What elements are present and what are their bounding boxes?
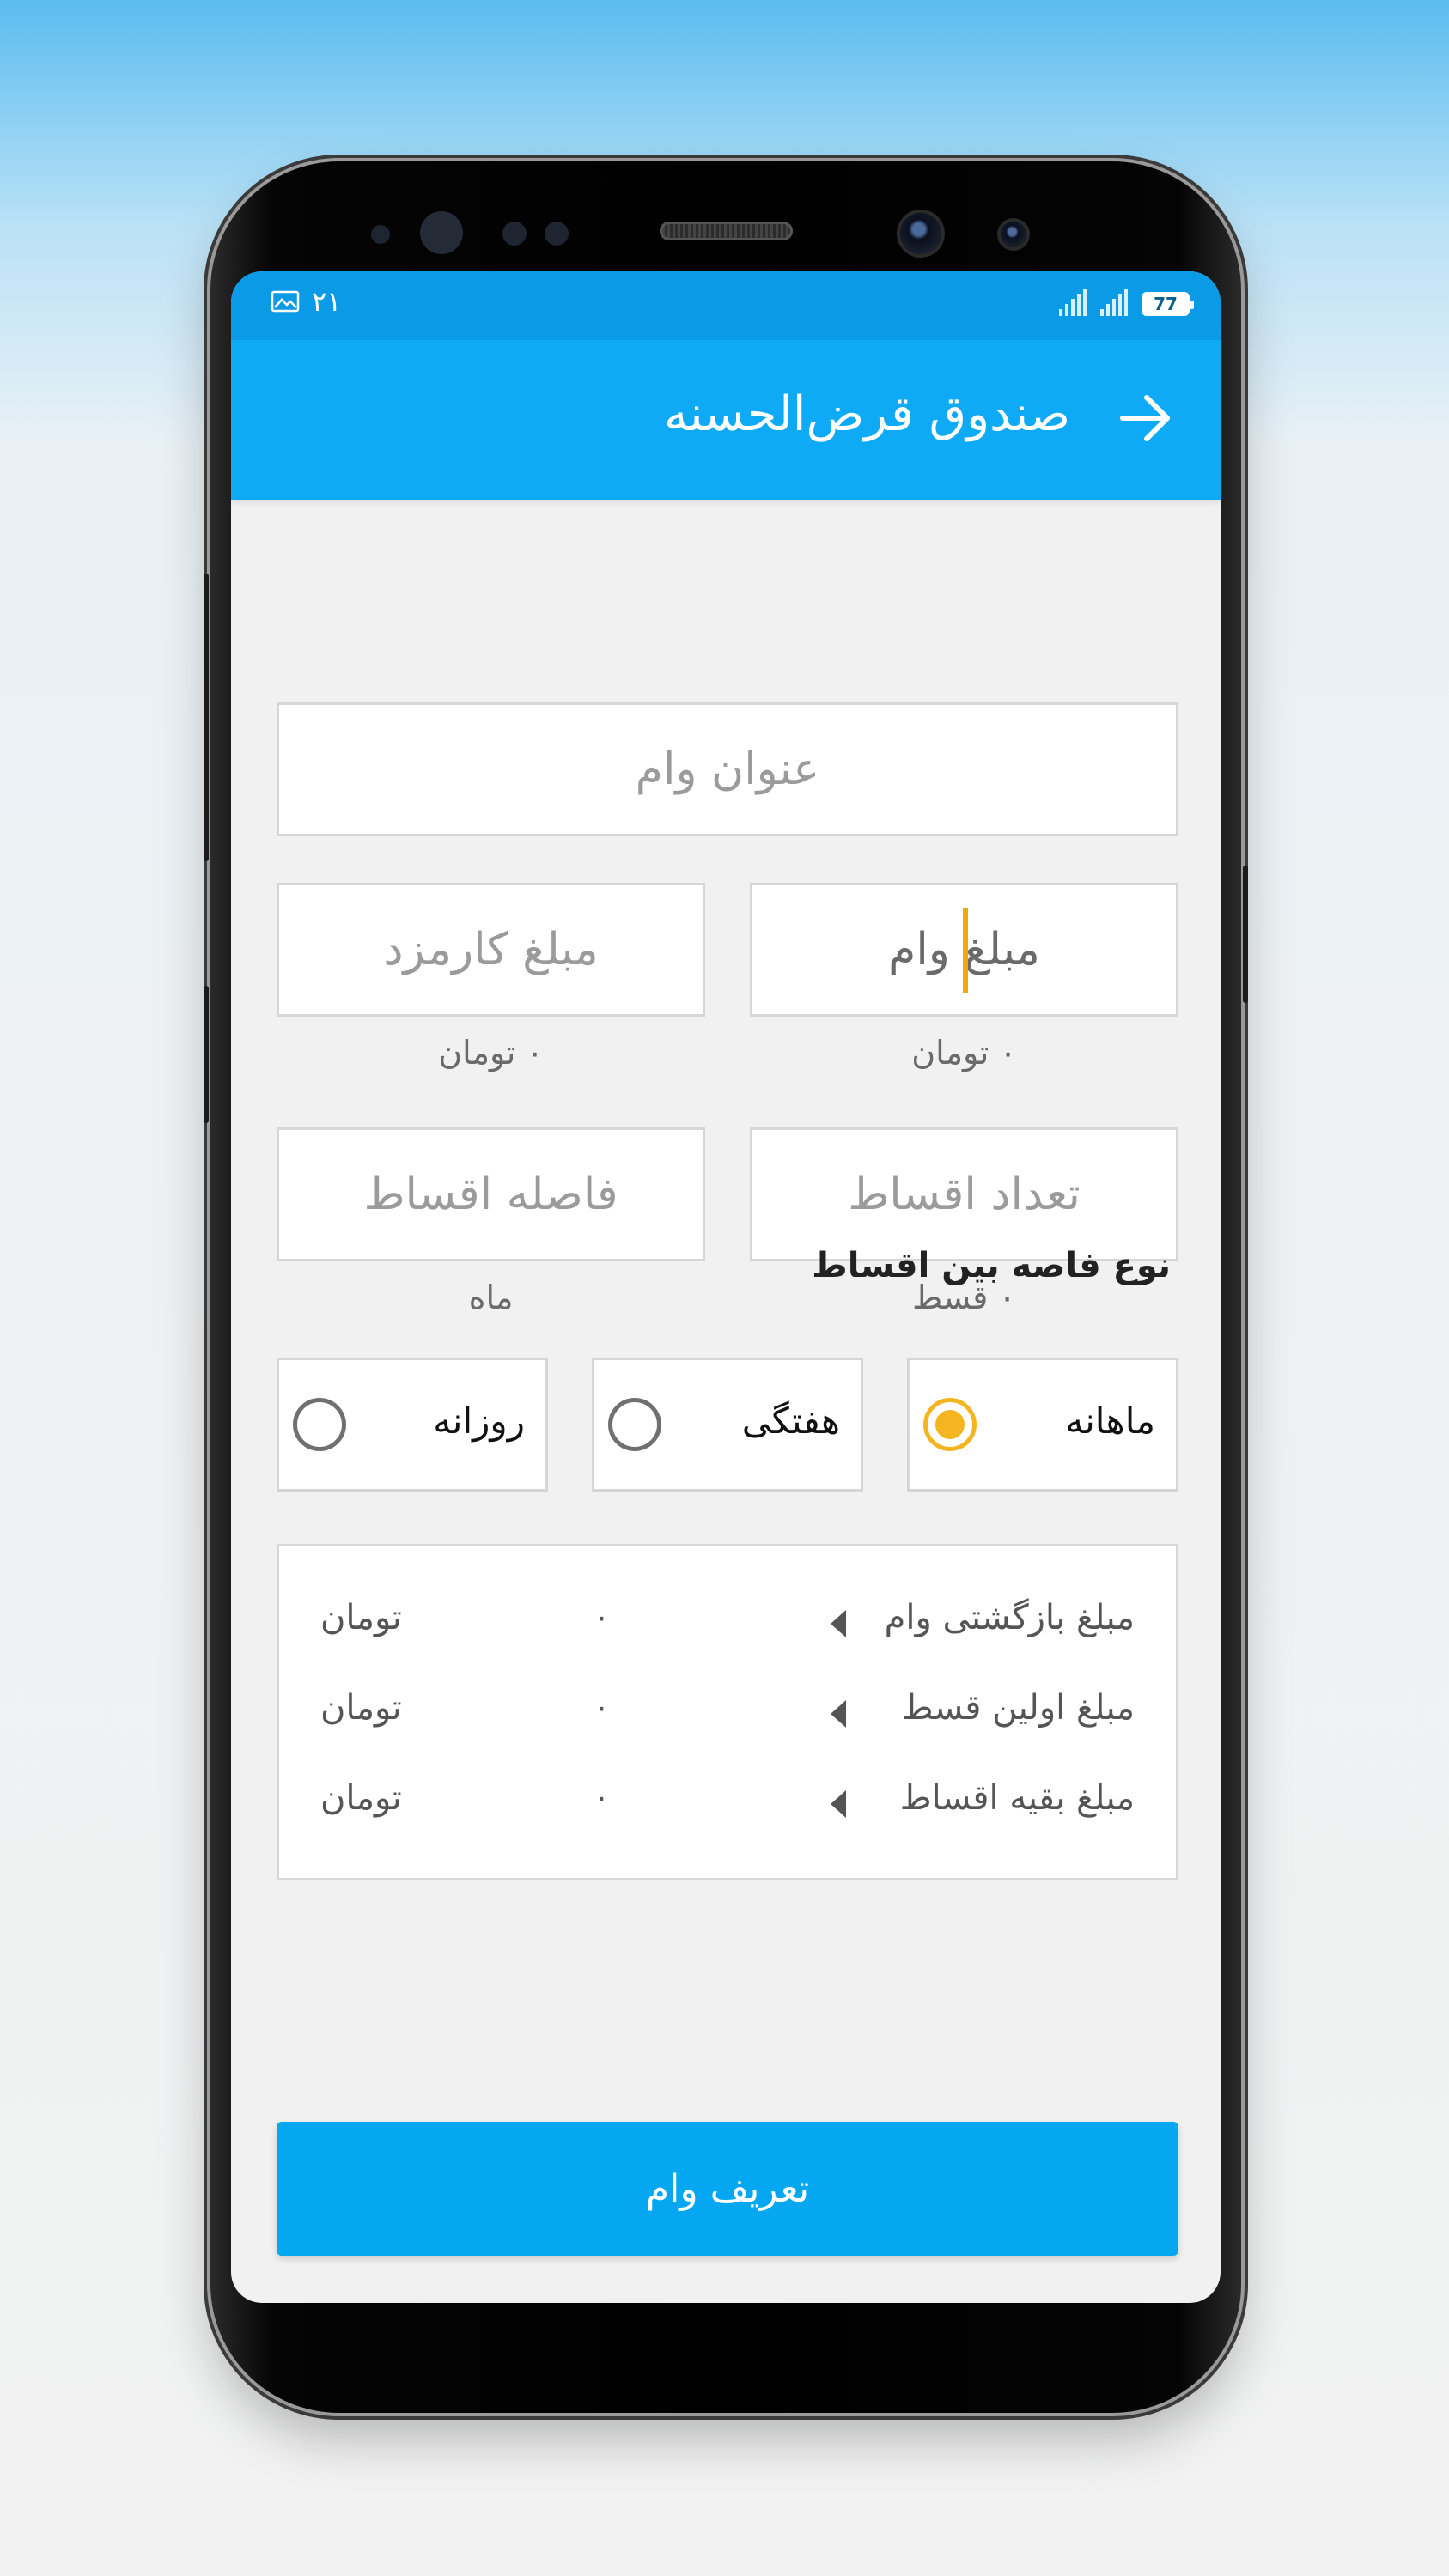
signal-icon — [1100, 289, 1128, 316]
installment-interval-unit: ماه — [468, 1279, 514, 1316]
summary-unit: تومان — [320, 1778, 402, 1818]
summary-row: مبلغ بقیه اقساط ۰ تومان — [279, 1778, 1176, 1830]
fee-amount-placeholder: مبلغ کارمزد — [383, 924, 599, 975]
installments-count-input[interactable]: تعداد اقساط — [750, 1127, 1178, 1261]
signal-icon — [1059, 289, 1087, 316]
app-bar: صندوق قرض‌الحسنه — [231, 340, 1221, 500]
summary-unit: تومان — [320, 1598, 402, 1637]
page-title: صندوق قرض‌الحسنه — [663, 386, 1070, 442]
define-loan-label: تعریف وام — [645, 2166, 810, 2211]
loan-amount-unit: ۰ تومان — [911, 1034, 1017, 1072]
caret-left-icon — [831, 1610, 846, 1637]
front-camera-small — [1001, 222, 1026, 247]
installment-interval-placeholder: فاصله اقساط — [363, 1169, 618, 1220]
summary-row: مبلغ بازگشتی وام ۰ تومان — [279, 1598, 1176, 1649]
status-bar: ۲۱ 77 — [231, 271, 1221, 340]
radio-option-monthly[interactable]: ماهانه — [907, 1358, 1178, 1492]
define-loan-button[interactable]: تعریف وام — [277, 2122, 1178, 2256]
image-notification-icon — [271, 290, 300, 313]
installment-interval-input[interactable]: فاصله اقساط — [277, 1127, 705, 1261]
phone-side-button — [204, 574, 209, 861]
radio-label-monthly: ماهانه — [1065, 1400, 1155, 1442]
installments-count-placeholder: تعداد اقساط — [848, 1169, 1081, 1220]
fee-amount-unit: ۰ تومان — [438, 1034, 544, 1072]
summary-value: ۰ — [593, 1598, 611, 1636]
caret-left-icon — [831, 1700, 846, 1728]
summary-value: ۰ — [593, 1688, 611, 1726]
loan-amount-input[interactable]: مبلغ وام — [750, 883, 1178, 1017]
radio-option-weekly[interactable]: هفتگی — [592, 1358, 863, 1492]
text-cursor — [963, 908, 968, 993]
loan-title-placeholder: عنوان وام — [635, 744, 820, 795]
radio-unchecked-icon[interactable] — [293, 1398, 346, 1451]
summary-label: مبلغ بازگشتی وام — [884, 1598, 1135, 1637]
screen: ۲۱ 77 صندوق قرض‌الحسنه — [231, 271, 1221, 2303]
radio-unchecked-icon[interactable] — [608, 1398, 661, 1451]
caret-left-icon — [831, 1790, 846, 1818]
earpiece-speaker — [660, 222, 793, 240]
back-button[interactable] — [1114, 386, 1178, 450]
summary-unit: تومان — [320, 1688, 402, 1728]
radio-option-daily[interactable]: روزانه — [277, 1358, 548, 1492]
radio-label-weekly: هفتگی — [741, 1400, 840, 1442]
status-time: ۲۱ — [312, 285, 342, 318]
battery-level: 77 — [1154, 294, 1178, 314]
status-bar-left: ۲۱ — [271, 285, 341, 318]
radio-label-daily: روزانه — [433, 1400, 525, 1442]
front-sensor — [371, 225, 390, 244]
phone-frame: ۲۱ 77 صندوق قرض‌الحسنه — [204, 161, 1248, 2413]
front-camera — [900, 213, 941, 254]
interval-type-title: نوع فاصه بین اقساط — [812, 1246, 1171, 1285]
summary-row: مبلغ اولین قسط ۰ تومان — [279, 1688, 1176, 1740]
battery-icon: 77 — [1142, 292, 1194, 316]
summary-value: ۰ — [593, 1778, 611, 1816]
summary-label: مبلغ بقیه اقساط — [899, 1778, 1135, 1818]
front-sensor — [545, 222, 569, 246]
front-sensor — [502, 222, 527, 246]
loan-title-input[interactable]: عنوان وام — [277, 702, 1178, 836]
front-sensor — [420, 211, 463, 254]
phone-power-button — [1243, 866, 1248, 1003]
phone-side-button — [204, 986, 209, 1123]
status-bar-right: 77 — [1059, 289, 1194, 316]
summary-label: مبلغ اولین قسط — [901, 1688, 1135, 1728]
fee-amount-input[interactable]: مبلغ کارمزد — [277, 883, 705, 1017]
loan-summary-card: مبلغ بازگشتی وام ۰ تومان مبلغ اولین قسط … — [277, 1544, 1178, 1880]
arrow-right-icon — [1120, 395, 1170, 441]
radio-checked-icon[interactable] — [923, 1398, 977, 1451]
